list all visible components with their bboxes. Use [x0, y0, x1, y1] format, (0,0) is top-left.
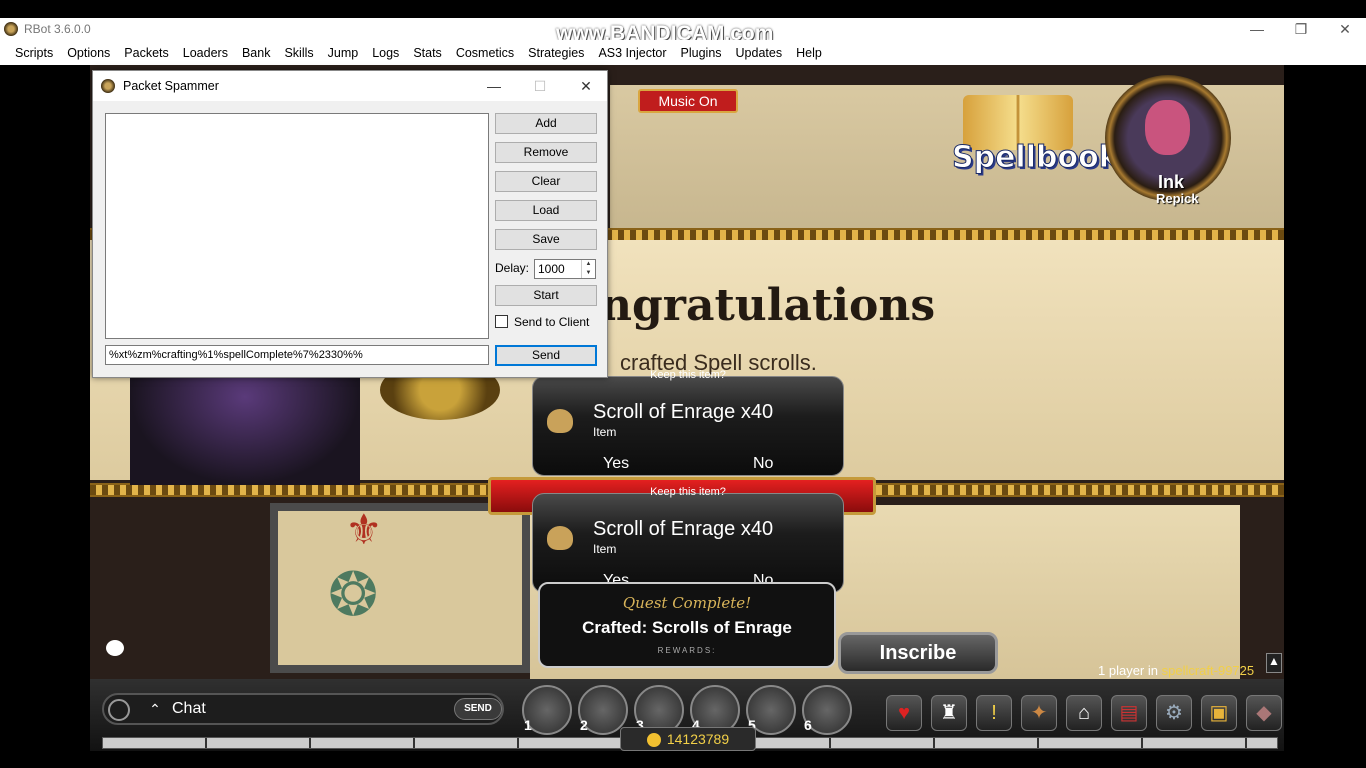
quest-heading: Quest Complete! [622, 594, 752, 612]
chat-bubble-icon[interactable] [106, 640, 124, 656]
inventory-bag-icon[interactable]: ◆ [1246, 695, 1282, 731]
spammer-close-button[interactable]: ✕ [563, 71, 609, 101]
house-icon[interactable]: ⌂ [1066, 695, 1102, 731]
character-art [130, 375, 360, 485]
menu-updates[interactable]: Updates [729, 46, 790, 60]
menu-stats[interactable]: Stats [406, 46, 449, 60]
gold-coin-icon [646, 733, 661, 748]
packet-spammer-title: Packet Spammer [123, 79, 219, 93]
item-bag-icon [547, 526, 573, 550]
start-button[interactable]: Start [495, 285, 597, 306]
skill-1-number: 1 [524, 717, 532, 733]
gold-amount: 14123789 [666, 731, 730, 747]
remove-button[interactable]: Remove [495, 142, 597, 163]
menu-options[interactable]: Options [60, 46, 117, 60]
keep-item-dialog: Keep this item? Scroll of Enrage x40 Ite… [532, 486, 844, 593]
dialog-item-name: Scroll of Enrage x40 [593, 518, 774, 540]
packet-input[interactable]: %xt%zm%crafting%1%spellComplete%7%2330%% [105, 345, 489, 365]
chat-mode-icon[interactable] [108, 699, 130, 721]
close-button[interactable]: ✕ [1322, 18, 1366, 40]
congrats-heading: ngratulations [600, 280, 936, 331]
menu-strategies[interactable]: Strategies [521, 46, 591, 60]
character-armor-icon[interactable]: ♜ [931, 695, 967, 731]
menu-jump[interactable]: Jump [321, 46, 366, 60]
menu-help[interactable]: Help [789, 46, 829, 60]
menu-skills[interactable]: Skills [277, 46, 320, 60]
dialog-item-type: Item [593, 425, 617, 439]
gold-counter: 14123789 [620, 727, 756, 751]
spellbook-title: Spellbook [952, 140, 1120, 176]
game-hud: ⌃ Chat SEND 1 2 3 4 5 6 ♥ ♜ ! ✦ ⌂ ▤ ⚙ ▣ … [90, 679, 1284, 751]
npc-repick-label[interactable]: Repick [1156, 191, 1199, 206]
send-button[interactable]: Send [495, 345, 597, 366]
delay-value: 1000 [538, 262, 565, 276]
npc-face-icon [1145, 100, 1190, 155]
skill-6-number: 6 [804, 717, 812, 733]
quest-alert-icon[interactable]: ! [976, 695, 1012, 731]
rbot-logo-icon [4, 22, 18, 36]
chat-send-button[interactable]: SEND [454, 698, 502, 720]
quest-complete-popup: Quest Complete! Crafted: Scrolls of Enra… [538, 582, 836, 668]
music-toggle-button[interactable]: Music On [638, 89, 738, 113]
minimize-button[interactable]: — [1234, 18, 1280, 40]
send-to-client-label[interactable]: Send to Client [514, 315, 589, 329]
red-rune-icon: ⚜ [345, 506, 383, 553]
menu-loaders[interactable]: Loaders [176, 46, 235, 60]
load-button[interactable]: Load [495, 200, 597, 221]
health-heart-icon[interactable]: ♥ [886, 695, 922, 731]
maximize-button[interactable]: ❐ [1278, 18, 1324, 40]
gear-icon[interactable]: ⚙ [1156, 695, 1192, 731]
menu-bank[interactable]: Bank [235, 46, 278, 60]
book-icon[interactable]: ▤ [1111, 695, 1147, 731]
dialog-no-button[interactable]: No [753, 455, 773, 473]
bank-chest-icon[interactable]: ▣ [1201, 695, 1237, 731]
expand-arrow-icon[interactable]: ▲ [1266, 653, 1282, 673]
menu-plugins[interactable]: Plugins [674, 46, 729, 60]
dialog-item-type: Item [593, 542, 617, 556]
dialog-item-name: Scroll of Enrage x40 [593, 401, 774, 423]
chat-bar[interactable]: ⌃ Chat SEND [102, 693, 504, 725]
menu-packets[interactable]: Packets [117, 46, 175, 60]
green-rune-icon: ❂ [328, 561, 379, 628]
menu-logs[interactable]: Logs [365, 46, 406, 60]
window-title: RBot 3.6.0.0 [24, 22, 91, 36]
chevron-up-icon[interactable]: ⌃ [144, 697, 166, 721]
packet-list[interactable] [105, 113, 489, 339]
screen-top-strip [0, 0, 1366, 18]
keep-item-dialog: Keep this item? Scroll of Enrage x40 Ite… [532, 369, 844, 476]
map-icon[interactable]: ✦ [1021, 695, 1057, 731]
skill-2-number: 2 [580, 717, 588, 733]
dialog-yes-button[interactable]: Yes [603, 455, 629, 473]
npc-name: Ink [1158, 172, 1185, 192]
save-button[interactable]: Save [495, 229, 597, 250]
player-count-text: 1 player in [1098, 663, 1158, 678]
rbot-logo-icon [101, 79, 115, 93]
server-name: spellcraft-99725 [1161, 663, 1255, 678]
spammer-maximize-button[interactable]: ☐ [517, 71, 563, 101]
add-button[interactable]: Add [495, 113, 597, 134]
dialog-prompt: Keep this item? [650, 486, 726, 498]
rune-panel [270, 503, 530, 673]
packet-spammer-window: Packet Spammer — ☐ ✕ Add Remove Clear Lo… [92, 70, 608, 378]
delay-input[interactable]: 1000 ▲ ▼ [534, 259, 596, 279]
delay-spinner[interactable]: ▲ ▼ [581, 260, 595, 278]
clear-button[interactable]: Clear [495, 171, 597, 192]
item-bag-icon [547, 409, 573, 433]
inscribe-button[interactable]: Inscribe [838, 632, 998, 674]
player-count: 1 player in spellcraft-99725 [1098, 663, 1254, 678]
menu-bar: Scripts Options Packets Loaders Bank Ski… [0, 40, 1366, 65]
quest-title: Crafted: Scrolls of Enrage [582, 618, 792, 637]
menu-cosmetics[interactable]: Cosmetics [449, 46, 521, 60]
chat-label: Chat [172, 700, 206, 717]
send-to-client-checkbox[interactable] [495, 315, 508, 328]
menu-as3-injector[interactable]: AS3 Injector [591, 46, 673, 60]
spammer-minimize-button[interactable]: — [471, 71, 517, 101]
delay-label: Delay: [495, 261, 530, 275]
quest-rewards-label: REWARDS: [657, 646, 717, 655]
menu-scripts[interactable]: Scripts [8, 46, 60, 60]
